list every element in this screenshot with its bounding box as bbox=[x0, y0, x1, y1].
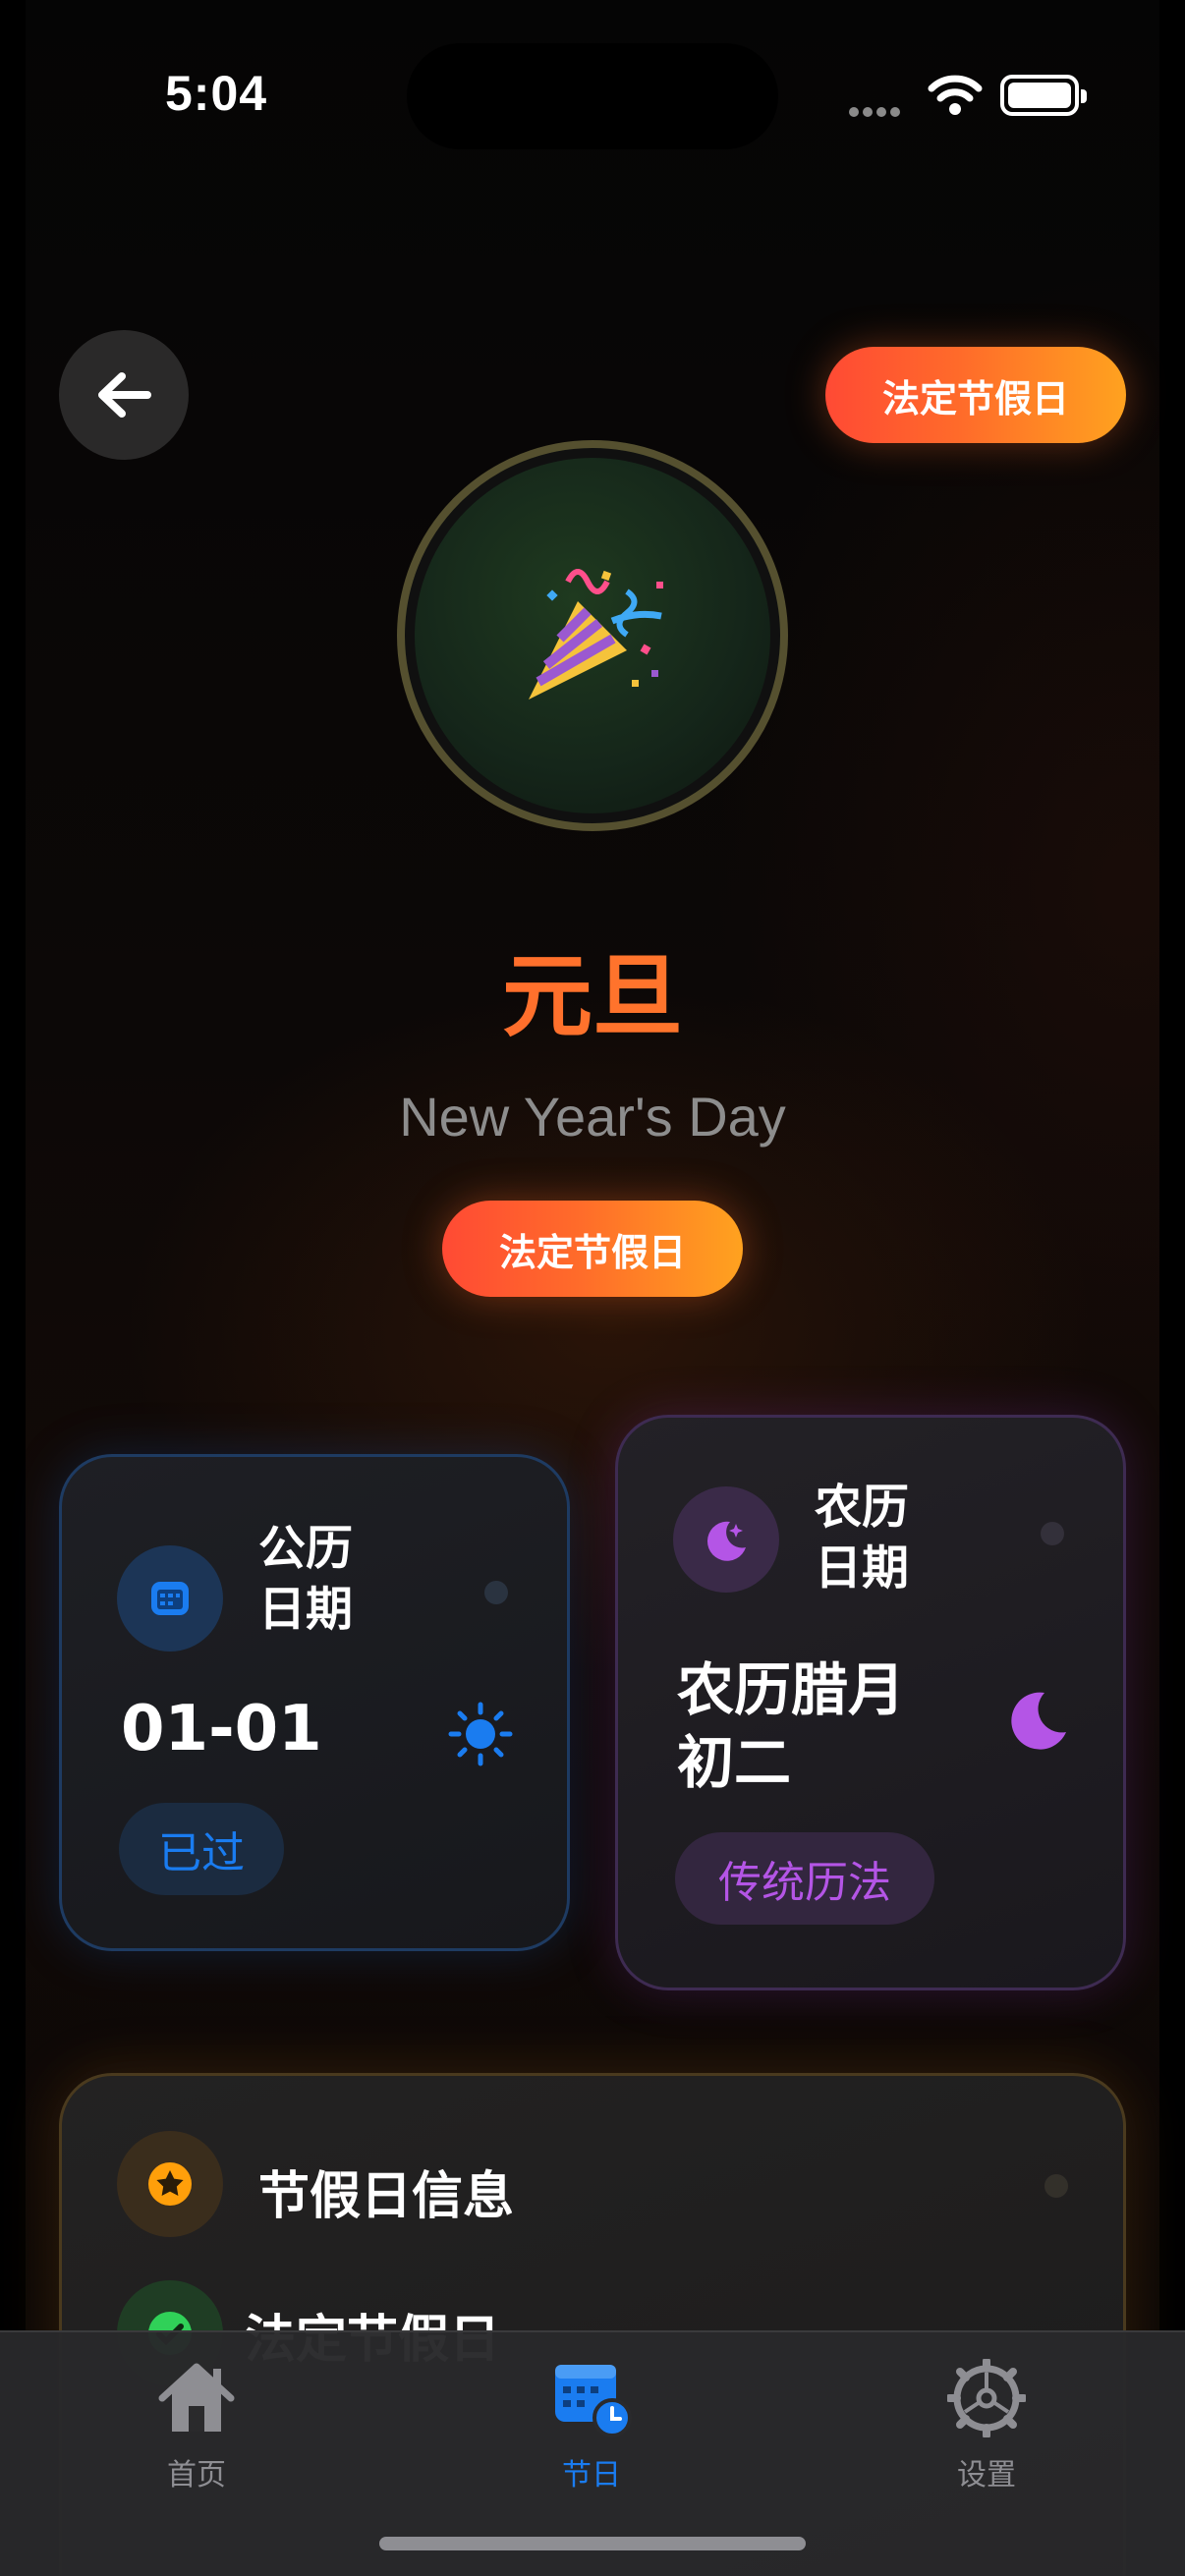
battery-icon bbox=[1000, 75, 1087, 116]
status-dot bbox=[484, 1581, 508, 1604]
house-icon bbox=[154, 2356, 239, 2440]
left-edge bbox=[0, 0, 26, 2576]
party-popper-icon bbox=[529, 569, 663, 700]
sun-icon bbox=[447, 1701, 514, 1771]
right-edge bbox=[1159, 0, 1185, 2576]
tab-label: 首页 bbox=[167, 2458, 226, 2492]
star-badge-icon bbox=[117, 2131, 223, 2237]
moon-stars-icon bbox=[673, 1486, 779, 1593]
holiday-name: 元旦 bbox=[0, 924, 1185, 1054]
tab-label: 节日 bbox=[562, 2458, 621, 2492]
holiday-detail-screen: 5:04 法定节假日 元旦 New Year's Day 法定节假日 公历 日期… bbox=[0, 0, 1185, 2576]
holiday-english-name: New Year's Day bbox=[399, 1086, 786, 1148]
holiday-emoji-badge bbox=[397, 440, 788, 831]
status-time: 5:04 bbox=[165, 66, 268, 121]
wifi-icon bbox=[928, 75, 983, 120]
holiday-type-tag: 法定节假日 bbox=[825, 347, 1126, 443]
info-card-title: 节假日信息 bbox=[258, 2167, 515, 2226]
arrow-left-icon bbox=[98, 372, 151, 418]
status-dot bbox=[1044, 2174, 1068, 2198]
tab-festivals[interactable]: 节日 bbox=[493, 2332, 690, 2509]
solar-date-value: 01-01 bbox=[121, 1693, 322, 1765]
tab-label: 设置 bbox=[957, 2458, 1016, 2492]
solar-date-card[interactable]: 公历 日期 01-01 已过 bbox=[59, 1454, 570, 1951]
tab-home[interactable]: 首页 bbox=[98, 2332, 295, 2509]
solar-card-title: 公历 日期 bbox=[258, 1521, 354, 1637]
home-indicator bbox=[379, 2537, 806, 2550]
passed-status-chip: 已过 bbox=[119, 1803, 284, 1895]
lunar-date-card[interactable]: 农历 日期 农历腊月 初二 传统历法 bbox=[615, 1415, 1126, 1990]
tab-settings[interactable]: 设置 bbox=[888, 2332, 1085, 2509]
gear-icon bbox=[944, 2356, 1029, 2440]
dynamic-island bbox=[407, 43, 778, 149]
cellular-signal-icon bbox=[849, 102, 908, 117]
moon-icon bbox=[1003, 1687, 1072, 1760]
status-dot bbox=[1041, 1522, 1064, 1545]
holiday-category-tag: 法定节假日 bbox=[442, 1201, 743, 1297]
calendar-icon bbox=[117, 1545, 223, 1652]
lunar-card-title: 农历 日期 bbox=[815, 1480, 910, 1596]
calendar-clock-icon bbox=[549, 2356, 634, 2440]
lunar-date-value: 农历腊月 初二 bbox=[677, 1656, 906, 1796]
traditional-calendar-chip: 传统历法 bbox=[675, 1832, 934, 1925]
back-button[interactable] bbox=[59, 330, 189, 460]
